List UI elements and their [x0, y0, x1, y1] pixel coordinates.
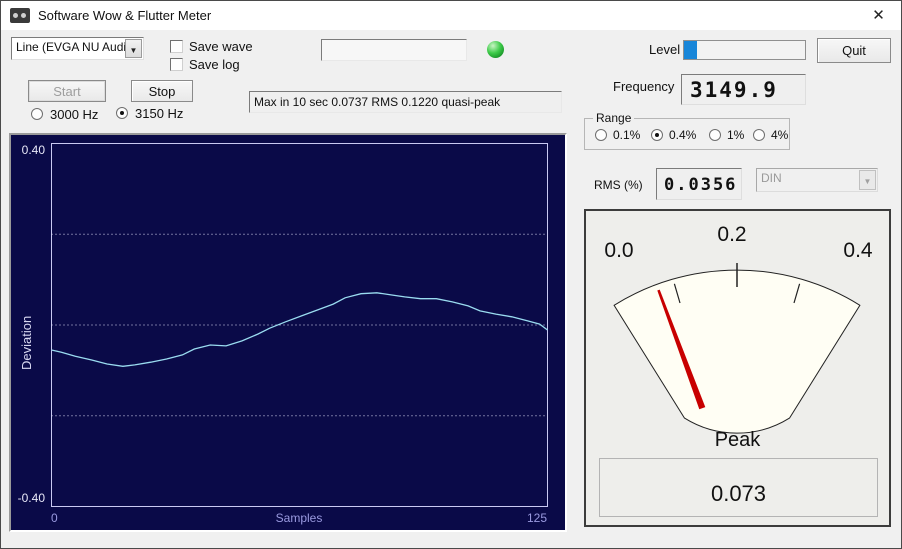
level-label: Level: [649, 42, 681, 57]
x-axis-max-label: 125: [526, 511, 547, 525]
chevron-down-icon[interactable]: ▼: [125, 39, 142, 58]
y-axis-title: Deviation: [19, 315, 34, 370]
rms-label: RMS (%): [594, 178, 643, 192]
radio-3150hz[interactable]: [116, 107, 128, 119]
start-button[interactable]: Start: [28, 80, 106, 102]
app-icon: [10, 8, 30, 23]
deviation-chart: 0.40 -0.40 Deviation 0 Samples 125: [9, 133, 567, 532]
level-progress-fill: [684, 41, 697, 59]
stop-button[interactable]: Stop: [131, 80, 193, 102]
status-led-icon: [487, 41, 504, 58]
input-device-select[interactable]: Line (EVGA NU Audio) ▼: [11, 37, 144, 60]
analog-meter-panel: 0.0 0.2 0.4 Peak 0.073: [584, 209, 891, 527]
quit-button[interactable]: Quit: [817, 38, 891, 63]
deviation-waveform: [51, 292, 548, 367]
y-axis-max-label: 0.40: [21, 143, 45, 157]
x-axis-title: Samples: [275, 511, 323, 525]
status-text: Max in 10 sec 0.0737 RMS 0.1220 quasi-pe…: [254, 95, 501, 109]
peak-label: Peak: [714, 429, 761, 451]
radio-3000hz-label: 3000 Hz: [50, 107, 99, 122]
radio-range-0.4-label: 0.4%: [669, 128, 697, 142]
app-window: Software Wow & Flutter Meter ✕ Line (EVG…: [0, 0, 902, 549]
chevron-down-icon: ▼: [859, 170, 876, 190]
radio-range-0.1[interactable]: [595, 129, 607, 141]
frequency-value: 3149.9: [681, 74, 806, 105]
close-icon[interactable]: ✕: [856, 1, 901, 30]
weighting-select: DIN ▼: [756, 168, 878, 192]
window-title: Software Wow & Flutter Meter: [38, 8, 212, 23]
meter-gauge: [613, 263, 861, 434]
save-wave-label: Save wave: [189, 39, 253, 54]
weighting-value: DIN: [761, 171, 782, 185]
gauge-dial: [613, 269, 861, 434]
range-group: Range 0.1% 0.4% 1% 4%: [584, 111, 790, 150]
gridlines: [51, 233, 548, 417]
radio-range-4-label: 4%: [771, 128, 789, 142]
radio-3150hz-label: 3150 Hz: [135, 106, 184, 121]
radio-range-0.1-label: 0.1%: [613, 128, 641, 142]
radio-3000hz[interactable]: [31, 108, 43, 120]
range-legend: Range: [593, 111, 635, 125]
radio-range-0.4[interactable]: [651, 129, 663, 141]
save-log-label: Save log: [189, 57, 240, 72]
level-progressbar: [683, 40, 806, 60]
save-log-checkbox[interactable]: [170, 58, 183, 71]
x-axis-min-label: 0: [51, 511, 58, 525]
radio-range-1-label: 1%: [727, 128, 745, 142]
chart-canvas: [51, 143, 548, 507]
status-readout: Max in 10 sec 0.0737 RMS 0.1220 quasi-pe…: [249, 91, 562, 113]
peak-value: 0.073: [599, 458, 878, 517]
frequency-label: Frequency: [613, 79, 675, 94]
y-axis-min-label: -0.40: [17, 491, 45, 505]
radio-range-4[interactable]: [753, 129, 765, 141]
save-wave-checkbox[interactable]: [170, 40, 183, 53]
rms-value: 0.0356: [656, 168, 742, 200]
input-device-value: Line (EVGA NU Audio): [16, 40, 137, 54]
title-bar: Software Wow & Flutter Meter ✕: [1, 1, 901, 30]
filename-input[interactable]: [321, 39, 467, 61]
radio-range-1[interactable]: [709, 129, 721, 141]
